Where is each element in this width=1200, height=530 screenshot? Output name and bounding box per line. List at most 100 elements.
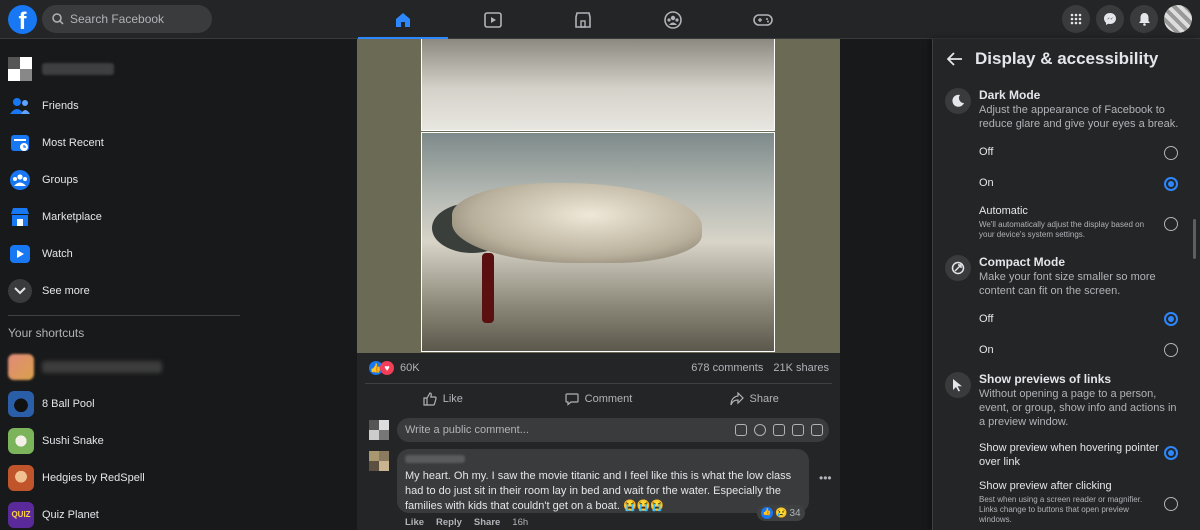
option-label: On [979, 177, 994, 189]
chevron-down-icon [8, 278, 32, 303]
emoji-icon[interactable] [754, 424, 766, 436]
sidebar-item-most-recent[interactable]: Most Recent [0, 124, 240, 161]
dark-mode-on-radio[interactable] [1164, 177, 1178, 191]
dark-mode-off-option[interactable]: Off [979, 146, 1179, 158]
preview-click-radio[interactable] [1164, 497, 1178, 511]
shortcut-quiz-planet[interactable]: QUIZ Quiz Planet [0, 496, 240, 530]
search-box[interactable] [42, 5, 212, 33]
post-actions: Like Comment Share [365, 383, 832, 413]
back-arrow-icon[interactable] [947, 52, 963, 66]
comment-reactions[interactable]: 👍 😢 34 [757, 505, 805, 521]
comment-actions: Like Reply Share 16h [405, 517, 528, 528]
camera-icon[interactable] [773, 424, 785, 436]
post-photo-bottom [421, 132, 775, 352]
commenter-name-blurred[interactable] [405, 455, 465, 463]
avatar-sticker-icon[interactable] [735, 424, 747, 436]
grid-menu-icon [1070, 13, 1082, 25]
comment-share-link[interactable]: Share [474, 517, 500, 528]
post-photo-top [421, 39, 775, 131]
groups-icon [8, 168, 32, 192]
comment-label: Comment [584, 392, 633, 405]
compact-mode-icon [945, 255, 971, 281]
tab-marketplace[interactable] [538, 0, 628, 39]
link-previews-title: Show previews of links [979, 372, 1112, 386]
photo-shape [452, 183, 702, 263]
sidebar-item-label: Friends [42, 99, 79, 112]
love-reaction-icon: ♥ [380, 361, 394, 375]
avatar[interactable] [369, 451, 389, 471]
sticker-icon[interactable] [811, 424, 823, 436]
messenger-button[interactable] [1096, 5, 1124, 33]
profile-link[interactable] [0, 50, 240, 87]
sidebar-item-label: Watch [42, 247, 73, 260]
shortcut-label: 8 Ball Pool [42, 397, 95, 410]
post-image[interactable] [357, 39, 840, 353]
sidebar-item-marketplace[interactable]: Marketplace [0, 198, 240, 235]
messenger-icon [1104, 13, 1116, 25]
sidebar-item-friends[interactable]: Friends [0, 87, 240, 124]
account-avatar[interactable] [1164, 5, 1192, 33]
gif-icon[interactable] [792, 424, 804, 436]
share-button[interactable]: Share [676, 384, 832, 413]
more-options-icon[interactable]: ••• [819, 471, 832, 485]
preview-hover-radio[interactable] [1164, 446, 1178, 460]
notifications-button[interactable] [1130, 5, 1158, 33]
sidebar-item-groups[interactable]: Groups [0, 161, 240, 198]
tab-watch[interactable] [448, 0, 538, 39]
facebook-logo[interactable]: f [8, 5, 37, 34]
shortcut-sushi-snake[interactable]: Sushi Snake [0, 422, 240, 459]
shortcut-label: Hedgies by RedSpell [42, 471, 145, 484]
shortcuts-heading: Your shortcuts [8, 326, 85, 340]
tab-home[interactable] [358, 0, 448, 40]
option-label: On [979, 344, 994, 356]
panel-scrollbar[interactable] [1193, 219, 1196, 259]
post-footer: 👍 ♥ 60K 678 comments 21K shares Like Com… [357, 353, 840, 530]
sidebar-item-see-more[interactable]: See more [0, 272, 240, 309]
like-reaction-icon: 👍 [761, 507, 773, 519]
shortcut-thumbnail [8, 353, 34, 380]
comment-input[interactable]: Write a public comment... [397, 418, 829, 442]
shortcut-8-ball-pool[interactable]: 8 Ball Pool [0, 385, 240, 422]
divider [8, 315, 240, 316]
sidebar-item-label: Groups [42, 173, 79, 186]
moon-icon [945, 88, 971, 114]
dark-mode-description: Adjust the appearance of Facebook to red… [979, 104, 1179, 130]
sushi-snake-icon [8, 427, 34, 454]
cursor-icon [945, 372, 971, 398]
share-icon [729, 391, 744, 405]
comment-placeholder: Write a public comment... [405, 424, 529, 436]
shortcut-blurred[interactable] [0, 348, 240, 385]
share-count[interactable]: 21K shares [773, 362, 829, 374]
preview-hover-option[interactable]: Show preview when hovering pointer over … [979, 441, 1159, 469]
store-icon [575, 11, 591, 28]
video-icon [484, 11, 502, 28]
option-sublabel: We'll automatically adjust the display b… [979, 220, 1145, 239]
option-label: Show preview when hovering pointer over … [979, 442, 1159, 468]
comment-reply-link[interactable]: Reply [436, 517, 462, 528]
search-input[interactable] [70, 12, 200, 26]
reaction-count[interactable]: 60K [400, 362, 420, 374]
comment-button[interactable]: Comment [521, 384, 677, 413]
compact-mode-on-option[interactable]: On [979, 344, 1179, 356]
comment-timestamp[interactable]: 16h [512, 517, 528, 528]
dark-mode-automatic-option[interactable]: Automatic We'll automatically adjust the… [979, 205, 1179, 240]
tab-gaming[interactable] [718, 0, 808, 39]
preview-click-option[interactable]: Show preview after clicking Best when us… [979, 480, 1179, 525]
comment-like-link[interactable]: Like [405, 517, 424, 528]
shortcut-hedgies[interactable]: Hedgies by RedSpell [0, 459, 240, 496]
dark-mode-off-radio[interactable] [1164, 146, 1178, 160]
dark-mode-automatic-radio[interactable] [1164, 217, 1178, 231]
dark-mode-on-option[interactable]: On [979, 177, 1179, 189]
comment-count[interactable]: 678 comments [691, 362, 763, 374]
comment-bubble: My heart. Oh my. I saw the movie titanic… [397, 449, 809, 513]
compact-mode-on-radio[interactable] [1164, 343, 1178, 357]
sidebar-item-watch[interactable]: Watch [0, 235, 240, 272]
compact-mode-off-option[interactable]: Off [979, 313, 1179, 325]
bell-icon [1138, 13, 1150, 26]
menu-button[interactable] [1062, 5, 1090, 33]
option-label: Automatic [979, 205, 1028, 217]
compact-mode-off-radio[interactable] [1164, 312, 1178, 326]
link-previews-description: Without opening a page to a person, even… [979, 388, 1177, 428]
like-button[interactable]: Like [365, 384, 521, 413]
tab-groups[interactable] [628, 0, 718, 39]
